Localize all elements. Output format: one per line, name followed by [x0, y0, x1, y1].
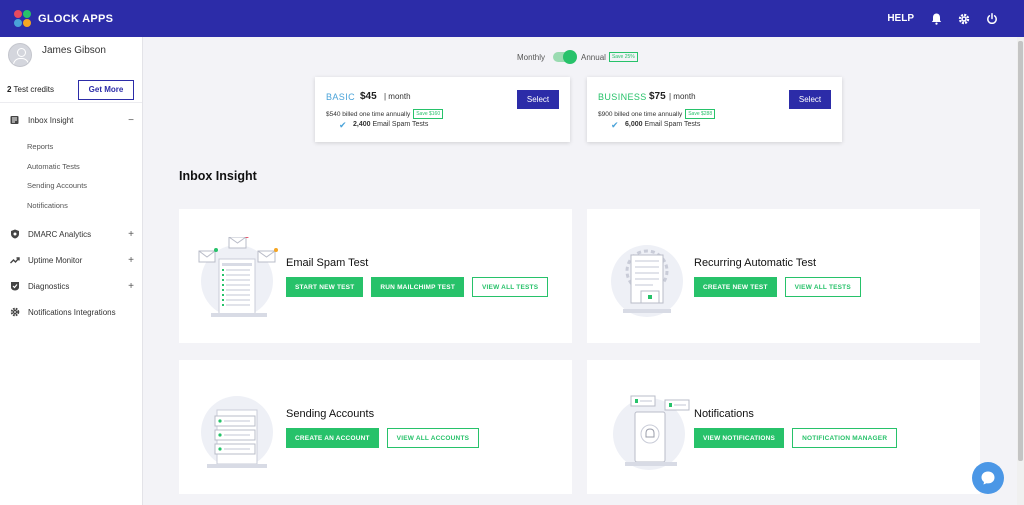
credits-count: 2: [7, 85, 12, 94]
plan-tests-label: Email Spam Tests: [372, 121, 429, 128]
sidebar-subitem-automatic-tests[interactable]: Automatic Tests: [0, 157, 142, 177]
plan-price: $45: [360, 91, 377, 102]
sidebar-item-label: DMARC Analytics: [28, 229, 92, 239]
plan-card-basic: BASIC $45 | month $540 billed one time a…: [315, 77, 570, 142]
gear-icon[interactable]: [958, 13, 970, 25]
plan-tests: 2,400 Email Spam Tests: [353, 121, 428, 128]
plan-billed: $900 billed one time annually Save $288: [598, 109, 716, 119]
page-scrollbar[interactable]: [1017, 37, 1024, 505]
plan-tests-count: 6,000: [625, 121, 643, 128]
expand-icon[interactable]: +: [128, 281, 134, 292]
select-business-button[interactable]: Select: [789, 90, 831, 109]
card-title: Notifications: [694, 408, 754, 420]
logo-icon: [14, 9, 32, 28]
sidebar-subitem-sending-accounts[interactable]: Sending Accounts: [0, 176, 142, 196]
plan-name: BUSINESS: [598, 92, 647, 102]
sidebar-item-label: Diagnostics: [28, 281, 70, 291]
card-title: Recurring Automatic Test: [694, 257, 817, 269]
select-basic-button[interactable]: Select: [517, 90, 559, 109]
sidebar-item-uptime-monitor[interactable]: Uptime Monitor +: [0, 247, 142, 273]
check-icon: ✔: [611, 120, 619, 130]
diagnostics-icon: [10, 281, 20, 291]
billing-period-toggle: Monthly Annual Save 25%: [517, 50, 638, 64]
plan-billed-text: $900 billed one time annually: [598, 110, 683, 118]
expand-icon[interactable]: +: [128, 229, 134, 240]
top-bar: GLOCK APPS HELP: [0, 0, 1024, 37]
plan-billed: $540 billed one time annually Save $160: [326, 109, 444, 119]
plan-save-badge: Save $288: [685, 109, 716, 119]
help-link[interactable]: HELP: [887, 13, 914, 24]
plan-tests-count: 2,400: [353, 121, 371, 128]
sidebar-item-diagnostics[interactable]: Diagnostics +: [0, 273, 142, 299]
chat-icon: [981, 471, 995, 485]
sending-accounts-card: Sending Accounts CREATE AN ACCOUNT VIEW …: [179, 360, 572, 494]
avatar[interactable]: [8, 43, 32, 67]
trending-up-icon: [10, 255, 20, 265]
sending-accounts-illustration: [201, 396, 273, 468]
user-name: James Gibson: [42, 45, 106, 56]
inbox-icon: [10, 115, 20, 125]
monthly-label: Monthly: [517, 52, 546, 62]
card-title: Sending Accounts: [286, 408, 375, 420]
power-icon[interactable]: [986, 12, 998, 25]
notification-manager-button[interactable]: NOTIFICATION MANAGER: [792, 428, 898, 448]
view-all-accounts-button[interactable]: VIEW ALL ACCOUNTS: [386, 428, 480, 448]
sidebar-item-notifications-integrations[interactable]: Notifications Integrations: [0, 299, 142, 325]
collapse-icon[interactable]: −: [128, 115, 134, 126]
bell-icon[interactable]: [930, 13, 942, 25]
email-spam-test-illustration: [198, 237, 278, 317]
plan-tests: 6,000 Email Spam Tests: [625, 121, 700, 128]
chat-button[interactable]: [972, 462, 1004, 494]
billing-switch[interactable]: [553, 50, 578, 64]
get-more-button[interactable]: Get More: [78, 79, 134, 100]
notifications-illustration: [613, 395, 690, 470]
page-title: Inbox Insight: [179, 169, 257, 183]
recurring-test-illustration: [611, 245, 683, 317]
credits-label: Test credits: [13, 85, 54, 94]
plan-period: | month: [669, 92, 696, 101]
plan-period: | month: [384, 92, 411, 101]
create-account-button[interactable]: CREATE AN ACCOUNT: [286, 428, 379, 448]
sidebar-subitem-reports[interactable]: Reports: [0, 137, 142, 157]
view-all-tests-button[interactable]: VIEW ALL TESTS: [472, 277, 549, 297]
sidebar-item-label: Notifications Integrations: [28, 307, 116, 317]
notifications-card: Notifications VIEW NOTIFICATIONS NOTIFIC…: [587, 360, 980, 494]
sidebar-item-dmarc-analytics[interactable]: DMARC Analytics +: [0, 221, 142, 247]
create-new-test-button[interactable]: CREATE NEW TEST: [694, 277, 777, 297]
expand-icon[interactable]: +: [128, 255, 134, 266]
plan-save-badge: Save $160: [413, 109, 444, 119]
recurring-automatic-test-card: Recurring Automatic Test CREATE NEW TEST…: [587, 209, 980, 343]
card-title: Email Spam Test: [286, 257, 369, 269]
user-profile: James Gibson: [0, 37, 142, 71]
annual-label: Annual: [581, 52, 606, 62]
sidebar-item-label: Uptime Monitor: [28, 255, 83, 265]
start-new-test-button[interactable]: START NEW TEST: [286, 277, 364, 297]
plan-name: BASIC: [326, 92, 356, 102]
run-mailchimp-test-button[interactable]: RUN MAILCHIMP TEST: [371, 277, 464, 297]
sidebar-subitem-notifications[interactable]: Notifications: [0, 196, 142, 216]
view-all-tests-button[interactable]: VIEW ALL TESTS: [784, 277, 861, 297]
app-name: GLOCK APPS: [38, 12, 114, 25]
shield-icon: [10, 229, 20, 239]
plan-card-business: BUSINESS $75 | month $900 billed one tim…: [587, 77, 842, 142]
email-spam-test-card: Email Spam Test START NEW TEST RUN MAILC…: [179, 209, 572, 343]
plan-billed-text: $540 billed one time annually: [326, 110, 411, 118]
plan-price: $75: [649, 91, 666, 102]
sidebar: James Gibson 2 Test credits Get More Inb…: [0, 37, 143, 505]
scrollbar-thumb[interactable]: [1018, 41, 1023, 461]
test-credits: 2 Test credits: [7, 85, 54, 94]
annual-save-badge: Save 25%: [608, 52, 638, 62]
sidebar-item-label: Inbox Insight: [28, 115, 74, 125]
app-logo[interactable]: GLOCK APPS: [14, 9, 114, 28]
view-notifications-button[interactable]: VIEW NOTIFICATIONS: [694, 428, 785, 448]
check-icon: ✔: [339, 120, 347, 130]
plan-tests-label: Email Spam Tests: [644, 121, 701, 128]
gear-icon: [10, 307, 20, 317]
sidebar-item-inbox-insight[interactable]: Inbox Insight −: [0, 107, 142, 133]
